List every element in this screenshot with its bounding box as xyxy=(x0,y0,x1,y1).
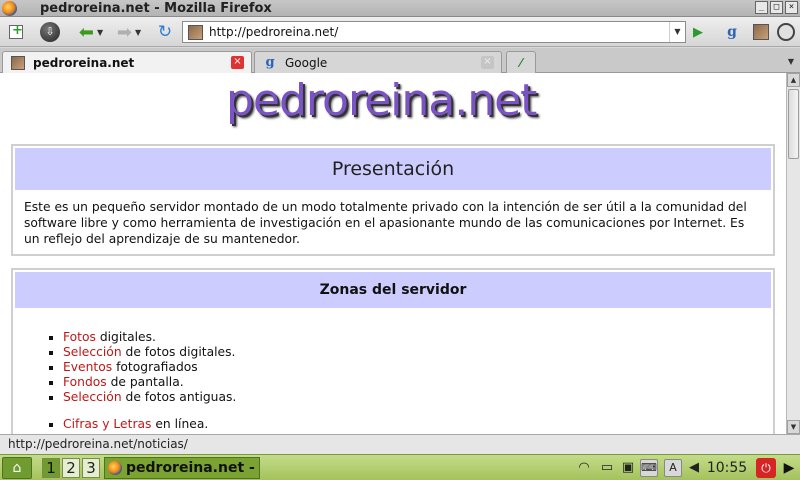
zona-link-cifras-letras[interactable]: Cifras y Letras xyxy=(63,417,151,431)
task-label: pedroreina.net - xyxy=(126,460,255,476)
power-off-button[interactable]: ⏻ xyxy=(756,458,776,478)
firefox-logo-icon xyxy=(2,1,17,16)
list-item-text: fotografiados xyxy=(112,360,198,374)
zonas-list: Fotos digitales. Selección de fotos digi… xyxy=(63,330,773,432)
tab-bar: pedroreina.net × g Google × ⁄ ▼ xyxy=(0,48,800,74)
list-item-text: de fotos digitales. xyxy=(121,345,236,359)
forward-history-dropdown-icon[interactable]: ▼ xyxy=(135,28,141,37)
list-item: Fondos de pantalla. xyxy=(63,375,773,390)
tab-label: Google xyxy=(285,55,328,70)
list-item: Selección de fotos digitales. xyxy=(63,345,773,360)
google-favicon-icon: g xyxy=(265,54,275,70)
address-bar[interactable]: ▼ xyxy=(182,21,686,43)
workspace-2-button[interactable]: 2 xyxy=(62,458,80,478)
site-favicon-icon xyxy=(188,25,203,40)
zona-link-fondos[interactable]: Fondos xyxy=(63,375,107,389)
site-logo[interactable]: pedroreina.net xyxy=(226,75,537,126)
list-item: Fotos digitales. xyxy=(63,330,773,345)
list-item: Cifras y Letras en línea. xyxy=(63,417,773,432)
shutdown-button[interactable] xyxy=(776,21,796,43)
zonas-panel: Zonas del servidor Fotos digitales. Sele… xyxy=(11,268,775,434)
wifi-icon[interactable]: ◠ xyxy=(574,458,594,478)
url-history-dropdown-icon[interactable]: ▼ xyxy=(669,22,685,42)
tab-favicon-icon xyxy=(11,56,25,70)
tab-google[interactable]: g Google × xyxy=(254,51,502,73)
search-engine-icon[interactable]: g xyxy=(724,21,740,43)
back-history-dropdown-icon[interactable]: ▼ xyxy=(97,28,103,37)
list-item-text: de fotos antiguas. xyxy=(121,390,237,404)
power-icon xyxy=(777,23,795,41)
minimize-button[interactable]: _ xyxy=(755,1,768,14)
downloads-button[interactable]: ⇩ xyxy=(38,21,62,43)
zona-link-seleccion-antiguas[interactable]: Selección xyxy=(63,390,122,404)
scroll-down-icon[interactable]: ▼ xyxy=(787,420,800,434)
close-window-button[interactable]: × xyxy=(785,1,798,14)
back-button[interactable]: ⬅ ▼ xyxy=(76,21,106,43)
window-controls: _ □ × xyxy=(755,1,798,14)
vertical-scrollbar[interactable]: ▲ ▼ xyxy=(786,73,800,434)
go-button[interactable]: ▶ xyxy=(688,21,708,43)
url-input[interactable] xyxy=(209,22,649,42)
presentacion-text: Este es un pequeño servidor montado de u… xyxy=(24,200,747,246)
maximize-button[interactable]: □ xyxy=(770,1,783,14)
volume-icon[interactable]: ◀ xyxy=(684,458,704,478)
close-tab-icon[interactable]: × xyxy=(481,56,494,69)
network-icon[interactable]: ▣ xyxy=(618,458,638,478)
window-title: pedroreina.net - Mozilla Firefox xyxy=(40,1,272,16)
scrollbar-thumb[interactable] xyxy=(788,89,799,159)
list-item: Selección de fotos antiguas. xyxy=(63,390,773,405)
workspace-1-button[interactable]: 1 xyxy=(42,458,60,478)
list-item: Eventos fotografiados xyxy=(63,360,773,375)
page-viewport: pedroreina.net Presentación Este es un p… xyxy=(0,73,786,434)
tab-label: pedroreina.net xyxy=(33,56,135,70)
new-tab-icon xyxy=(9,23,23,39)
tab-pedroreina[interactable]: pedroreina.net × xyxy=(2,51,252,74)
zona-link-fotos[interactable]: Fotos xyxy=(63,330,96,344)
list-item-text: en línea. xyxy=(151,417,209,431)
taskbar-window-firefox[interactable]: pedroreina.net - xyxy=(104,457,260,479)
home-menu-button[interactable]: ⌂ xyxy=(2,457,32,479)
firefox-logo-icon xyxy=(108,461,122,475)
forward-button[interactable]: ➡ ▼ xyxy=(114,21,144,43)
forward-arrow-icon: ➡ xyxy=(116,21,132,43)
list-item-text: de pantalla. xyxy=(106,375,184,389)
addon-tab-icon[interactable]: ⁄ xyxy=(506,51,536,73)
scroll-up-icon[interactable]: ▲ xyxy=(787,73,800,87)
reload-button[interactable]: ↻ xyxy=(154,21,176,43)
reload-icon: ↻ xyxy=(157,22,173,42)
battery-icon[interactable]: ▭ xyxy=(596,458,618,478)
back-arrow-icon: ⬅ xyxy=(78,21,94,43)
clock: 10:55 xyxy=(706,460,748,476)
presentacion-panel: Presentación Este es un pequeño servidor… xyxy=(11,144,775,256)
input-method-icon[interactable]: A xyxy=(664,459,682,477)
status-bar: http://pedroreina.net/noticias/ xyxy=(0,434,800,454)
list-item-text: digitales. xyxy=(95,330,156,344)
zonas-heading: Zonas del servidor xyxy=(15,272,771,308)
zona-link-seleccion-digitales[interactable]: Selección xyxy=(63,345,122,359)
window-title-bar: pedroreina.net - Mozilla Firefox _ □ × xyxy=(0,0,800,17)
new-tab-button[interactable] xyxy=(6,21,26,43)
home-icon: ⌂ xyxy=(12,460,22,476)
desktop-taskbar: ⌂ 1 2 3 pedroreina.net - ◠ ▭ ▣ ⌨ A ◀ 10:… xyxy=(0,454,800,480)
keyboard-layout-icon[interactable]: ⌨ xyxy=(640,459,658,477)
download-icon: ⇩ xyxy=(40,22,60,42)
zona-link-eventos[interactable]: Eventos xyxy=(63,360,112,374)
navigation-toolbar: ⇩ ⬅▼ ➡▼ ↻ ▼ ▶ g xyxy=(0,17,800,47)
profile-avatar-icon xyxy=(753,24,769,40)
tab-list-dropdown-icon[interactable]: ▼ xyxy=(784,53,798,71)
profile-button[interactable] xyxy=(752,21,770,43)
next-arrow-icon[interactable]: ▶ xyxy=(780,458,798,478)
power-icon: ⏻ xyxy=(761,461,771,475)
workspace-3-button[interactable]: 3 xyxy=(82,458,100,478)
presentacion-heading: Presentación xyxy=(15,148,771,190)
close-tab-icon[interactable]: × xyxy=(231,56,244,69)
